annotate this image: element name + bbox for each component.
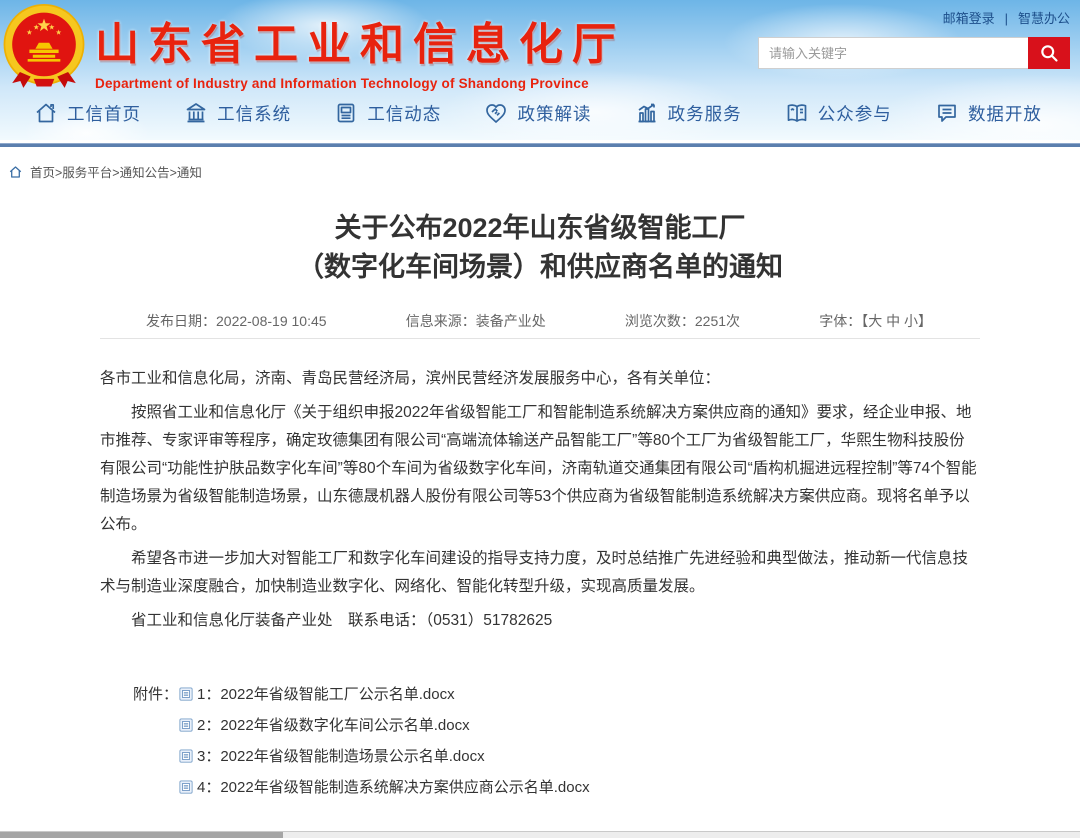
nav-label: 工信系统 [217, 101, 291, 126]
breadcrumb-home-icon [8, 165, 23, 179]
font-size-control[interactable]: 字体：【大 中 小】 [819, 311, 932, 331]
open-book-icon [785, 101, 809, 125]
mail-login-link[interactable]: 邮箱登录 [943, 11, 995, 26]
publish-date: 发布日期：2022-08-19 10:45 [146, 311, 327, 331]
nav-item-news[interactable]: 工信动态 [334, 101, 441, 126]
article: 关于公布2022年山东省级智能工厂 （数字化车间场景）和供应商名单的通知 发布日… [100, 209, 980, 838]
site-subtitle: Department of Industry and Information T… [95, 76, 625, 91]
attachment-link-1[interactable]: 1：2022年省级智能工厂公示名单.docx [197, 683, 455, 704]
attachment-link-2[interactable]: 2：2022年省级数字化车间公示名单.docx [197, 714, 470, 735]
main-nav: 工信首页 工信系统 工信动态 政策解读 政务服务 [0, 90, 1080, 140]
doc-file-icon [179, 749, 193, 763]
smart-office-link[interactable]: 智慧办公 [1018, 11, 1070, 26]
nav-label: 工信动态 [367, 101, 441, 126]
paragraph: 希望各市进一步加大对智能工厂和数字化车间建设的指导支持力度，及时总结推广先进经验… [100, 545, 980, 601]
doc-file-icon [179, 687, 193, 701]
search-input[interactable] [758, 37, 1028, 69]
doc-file-icon [179, 780, 193, 794]
nav-label: 公众参与 [818, 101, 892, 126]
site-header: 山东省工业和信息化厅 Department of Industry and In… [0, 0, 1080, 140]
attachment-row: 3：2022年省级智能制造场景公示名单.docx [100, 745, 980, 766]
nav-item-system[interactable]: 工信系统 [184, 101, 291, 126]
paragraph: 按照省工业和信息化厅《关于组织申报2022年省级智能工厂和智能制造系统解决方案供… [100, 399, 980, 539]
view-count: 浏览次数：2251次 [625, 311, 740, 331]
attachment-link-4[interactable]: 4：2022年省级智能制造系统解决方案供应商公示名单.docx [197, 776, 590, 797]
scrollbar-thumb[interactable] [0, 832, 283, 838]
attachment-row: 4：2022年省级智能制造系统解决方案供应商公示名单.docx [100, 776, 980, 797]
article-body: 各市工业和信息化局，济南、青岛民营经济局，滨州民营经济发展服务中心，各有关单位：… [100, 365, 980, 635]
nav-item-service[interactable]: 政务服务 [635, 101, 742, 126]
handshake-heart-icon [484, 101, 508, 125]
article-meta: 发布日期：2022-08-19 10:45 信息来源：装备产业处 浏览次数：22… [100, 303, 980, 339]
bar-chart-icon [635, 101, 659, 125]
search-icon [1039, 43, 1059, 63]
article-title: 关于公布2022年山东省级智能工厂 （数字化车间场景）和供应商名单的通知 [100, 209, 980, 287]
paragraph: 各市工业和信息化局，济南、青岛民营经济局，滨州民营经济发展服务中心，各有关单位： [100, 365, 980, 393]
nav-label: 政策解读 [517, 101, 591, 126]
breadcrumb-text: 首页>服务平台>通知公告>通知 [30, 162, 202, 181]
attachment-link-3[interactable]: 3：2022年省级智能制造场景公示名单.docx [197, 745, 485, 766]
paragraph: 省工业和信息化厅装备产业处 联系电话：（0531）51782625 [100, 607, 980, 635]
attachments: 附件： 1：2022年省级智能工厂公示名单.docx 2：2022年省级数字化车… [100, 683, 980, 797]
horizontal-scrollbar[interactable] [0, 831, 1080, 838]
topbar-separator: | [1005, 11, 1008, 26]
attachment-row: 2：2022年省级数字化车间公示名单.docx [100, 714, 980, 735]
doc-file-icon [179, 718, 193, 732]
nav-label: 政务服务 [668, 101, 742, 126]
home-icon [34, 101, 58, 125]
attachment-row: 附件： 1：2022年省级智能工厂公示名单.docx [100, 683, 980, 704]
topbar: 邮箱登录 | 智慧办公 [943, 8, 1070, 27]
chat-bubble-icon [935, 101, 959, 125]
breadcrumb[interactable]: 首页>服务平台>通知公告>通知 [0, 147, 1080, 181]
nav-item-home[interactable]: 工信首页 [34, 101, 141, 126]
news-icon [334, 101, 358, 125]
article-title-line2: （数字化车间场景）和供应商名单的通知 [100, 248, 980, 287]
national-emblem-icon [1, 3, 87, 91]
bank-icon [184, 101, 208, 125]
site-title: 山东省工业和信息化厅 [95, 8, 625, 72]
nav-label: 工信首页 [67, 101, 141, 126]
attachments-label: 附件： [133, 683, 179, 704]
nav-label: 数据开放 [968, 101, 1042, 126]
search-box [758, 37, 1070, 69]
nav-item-data[interactable]: 数据开放 [935, 101, 1042, 126]
info-source: 信息来源：装备产业处 [406, 311, 546, 331]
nav-item-participation[interactable]: 公众参与 [785, 101, 892, 126]
search-button[interactable] [1028, 37, 1070, 69]
nav-item-policy[interactable]: 政策解读 [484, 101, 591, 126]
article-title-line1: 关于公布2022年山东省级智能工厂 [100, 209, 980, 248]
